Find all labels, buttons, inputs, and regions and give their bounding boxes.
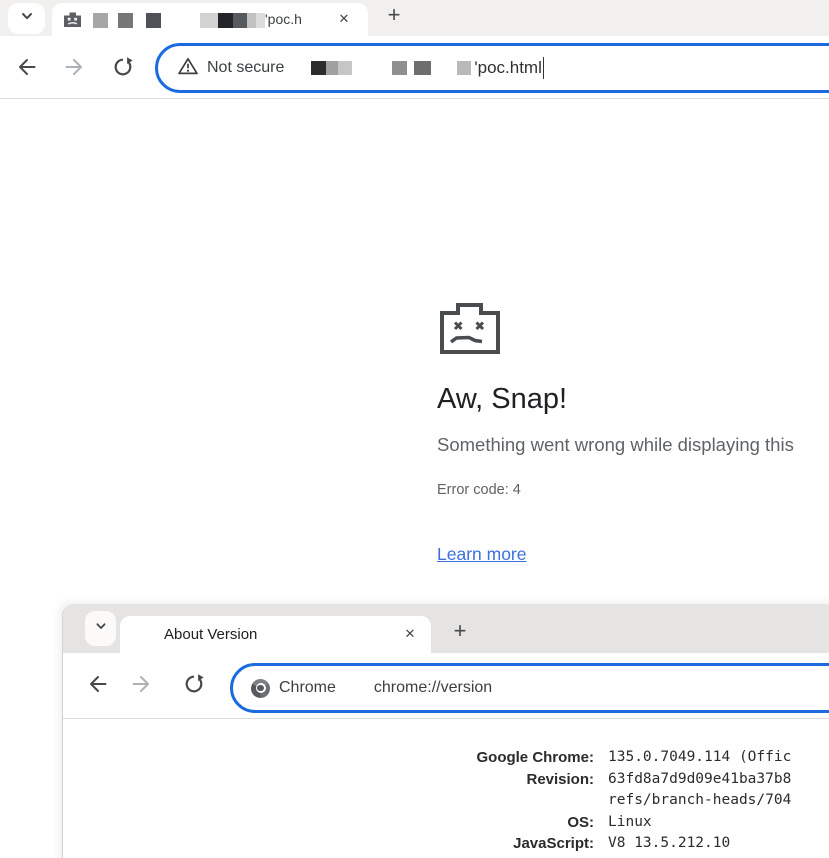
redacted-url-block bbox=[311, 61, 352, 75]
tab-title: 'poc.h bbox=[265, 11, 329, 27]
version-row-value: Linux bbox=[608, 812, 652, 834]
tab-strip: 'poc.h ✕ + bbox=[0, 0, 829, 36]
table-row: JavaScript: V8 13.5.212.10 bbox=[63, 833, 829, 855]
tab-search-button[interactable] bbox=[85, 611, 116, 646]
new-tab-button[interactable]: + bbox=[447, 618, 473, 644]
version-row-label: OS: bbox=[63, 812, 594, 834]
redacted-url-block bbox=[392, 61, 431, 75]
tab-title: About Version bbox=[164, 626, 257, 643]
reload-button[interactable] bbox=[182, 674, 206, 698]
site-chip-label: Chrome bbox=[279, 679, 336, 697]
version-row-value: 63fd8a7d9d09e41ba37b8 bbox=[608, 769, 791, 791]
version-row-label: JavaScript: bbox=[63, 833, 594, 855]
crashed-page-favicon-icon bbox=[63, 10, 82, 28]
redacted-url-block bbox=[457, 61, 471, 75]
back-arrow-icon bbox=[14, 55, 38, 84]
sad-folder-crash-icon bbox=[437, 296, 503, 361]
security-status-label: Not secure bbox=[207, 59, 284, 77]
error-page-message: Something went wrong while displaying th… bbox=[437, 434, 794, 456]
address-bar[interactable]: Not secure 'poc.html bbox=[155, 43, 829, 93]
chevron-down-icon bbox=[92, 617, 110, 640]
forward-arrow-icon bbox=[63, 55, 87, 84]
redacted-text-block bbox=[93, 13, 108, 28]
url-text: chrome://version bbox=[374, 679, 492, 697]
forward-arrow-icon bbox=[130, 672, 154, 701]
reload-icon bbox=[182, 672, 206, 701]
version-row-label bbox=[63, 790, 594, 812]
forward-button[interactable] bbox=[63, 57, 87, 81]
tab-close-button[interactable]: ✕ bbox=[334, 9, 354, 29]
version-row-label: Google Chrome: bbox=[63, 747, 594, 769]
error-page-title: Aw, Snap! bbox=[437, 383, 567, 416]
address-bar[interactable]: Chrome chrome://version bbox=[230, 663, 829, 713]
browser-toolbar: Not secure 'poc.html bbox=[0, 36, 829, 99]
tab-search-button[interactable] bbox=[8, 3, 45, 34]
version-info-table: Google Chrome: 135.0.7049.114 (Offic Rev… bbox=[63, 719, 829, 855]
tab-close-button[interactable]: ✕ bbox=[400, 624, 420, 644]
chrome-scheme-icon bbox=[251, 679, 270, 698]
reload-button[interactable] bbox=[111, 57, 135, 81]
new-tab-button[interactable]: + bbox=[381, 2, 407, 28]
browser-toolbar: Chrome chrome://version bbox=[63, 653, 829, 719]
learn-more-link[interactable]: Learn more bbox=[437, 544, 527, 565]
version-row-label: Revision: bbox=[63, 769, 594, 791]
reload-icon bbox=[111, 55, 135, 84]
redacted-text-block bbox=[146, 13, 161, 28]
back-button[interactable] bbox=[85, 674, 109, 698]
redacted-text-block bbox=[118, 13, 133, 28]
error-code-label: Error code: 4 bbox=[437, 482, 521, 498]
table-row: Revision: 63fd8a7d9d09e41ba37b8 bbox=[63, 769, 829, 791]
tab-poc[interactable]: 'poc.h ✕ bbox=[52, 3, 368, 36]
text-caret bbox=[543, 57, 545, 79]
browser-window-bottom: About Version ✕ + bbox=[62, 604, 829, 858]
table-row: OS: Linux bbox=[63, 812, 829, 834]
back-arrow-icon bbox=[85, 672, 109, 701]
version-row-value: V8 13.5.212.10 bbox=[608, 833, 730, 855]
tab-about-version[interactable]: About Version ✕ bbox=[120, 616, 431, 653]
screen: 'poc.h ✕ + bbox=[0, 0, 829, 858]
tab-strip: About Version ✕ + bbox=[63, 604, 829, 653]
version-row-value: 135.0.7049.114 (Offic bbox=[608, 747, 791, 769]
url-text: 'poc.html bbox=[474, 58, 542, 78]
chevron-down-icon bbox=[17, 6, 37, 31]
redacted-pixelated-block bbox=[200, 13, 265, 28]
table-row: refs/branch-heads/704 bbox=[63, 790, 829, 812]
forward-button[interactable] bbox=[130, 674, 154, 698]
back-button[interactable] bbox=[14, 57, 38, 81]
table-row: Google Chrome: 135.0.7049.114 (Offic bbox=[63, 747, 829, 769]
version-row-value: refs/branch-heads/704 bbox=[608, 790, 791, 812]
not-secure-warning-icon bbox=[178, 57, 198, 80]
